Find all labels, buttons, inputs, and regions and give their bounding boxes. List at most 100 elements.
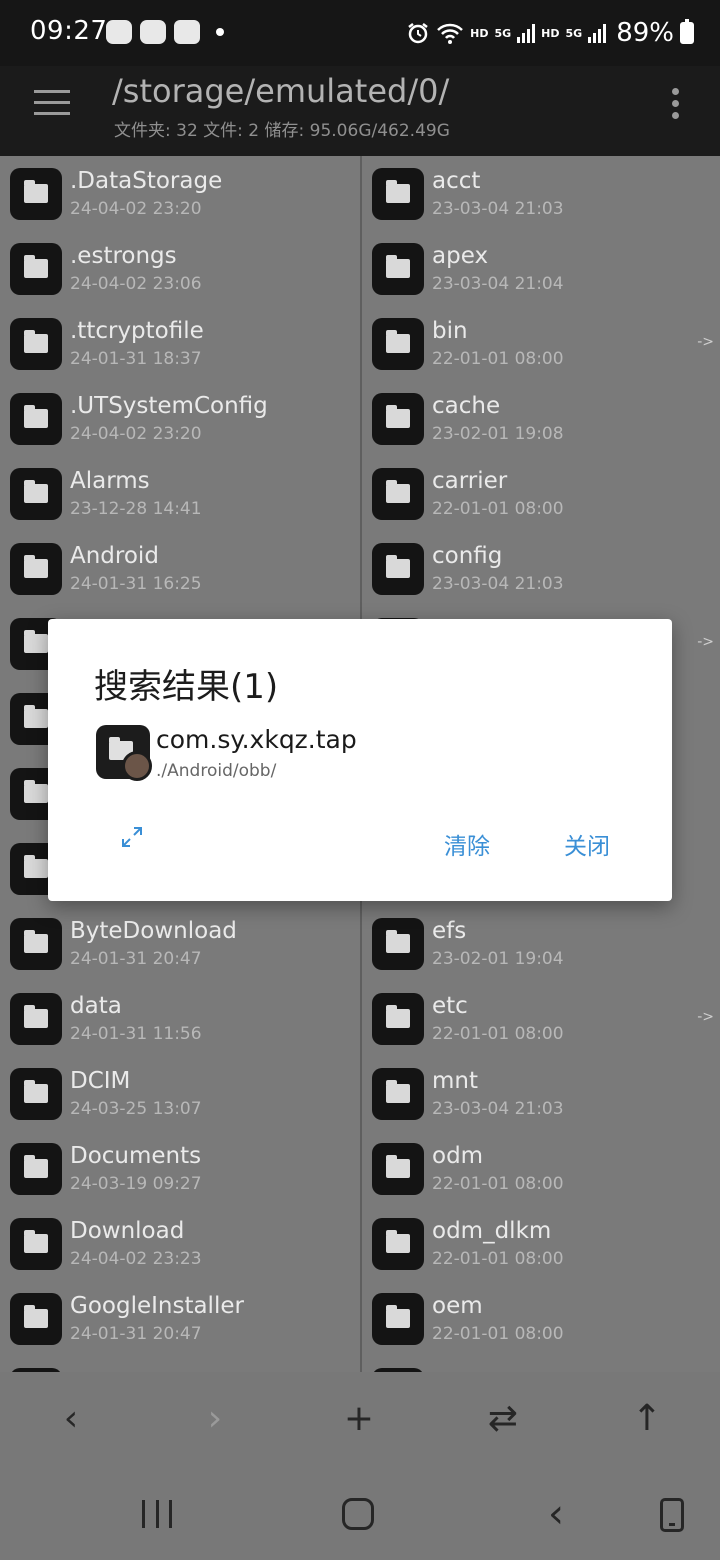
swap-panes-button[interactable]: ⇄ (478, 1394, 528, 1444)
more-options-icon[interactable] (672, 88, 680, 120)
file-date: 24-01-31 11:56 (70, 1024, 202, 1044)
file-name: apex (432, 243, 489, 269)
home-icon[interactable] (342, 1498, 374, 1530)
back-button[interactable]: ‹ (46, 1394, 96, 1444)
file-name: etc (432, 993, 468, 1019)
folder-icon (372, 393, 424, 445)
list-item[interactable]: odm 22-01-01 08:00 (362, 1131, 720, 1206)
app-notification-icon (174, 20, 200, 44)
file-date: 24-03-25 13:07 (70, 1099, 202, 1119)
list-item[interactable]: Android 24-01-31 16:25 (0, 531, 360, 606)
forward-button[interactable]: › (190, 1394, 240, 1444)
folder-icon (10, 393, 62, 445)
menu-icon[interactable] (34, 90, 70, 116)
file-date: 23-03-04 21:03 (432, 199, 564, 219)
list-item[interactable]: .DataStorage 24-04-02 23:20 (0, 156, 360, 231)
file-name: carrier (432, 468, 508, 494)
list-item[interactable]: acct 23-03-04 21:03 (362, 156, 720, 231)
list-item[interactable]: bin 22-01-01 08:00 -> (362, 306, 720, 381)
status-indicators: HD 5G HD 5G 89% (406, 18, 694, 48)
list-item[interactable]: .estrongs 24-04-02 23:06 (0, 231, 360, 306)
symlink-indicator: -> (697, 634, 714, 650)
file-name: bin (432, 318, 468, 344)
file-date: 24-01-31 16:25 (70, 574, 202, 594)
file-date: 24-04-02 23:20 (70, 199, 202, 219)
folder-icon (372, 318, 424, 370)
file-name: Documents (70, 1143, 202, 1169)
parent-directory-button[interactable]: ↑ (622, 1394, 672, 1444)
file-name: mnt (432, 1068, 478, 1094)
list-item[interactable]: GoogleInstaller 24-01-31 20:47 (0, 1281, 360, 1356)
list-item[interactable]: etc 22-01-01 08:00 -> (362, 981, 720, 1056)
folder-icon (372, 543, 424, 595)
list-item[interactable]: config 23-03-04 21:03 (362, 531, 720, 606)
file-date: 24-03-19 09:27 (70, 1174, 202, 1194)
add-button[interactable]: + (334, 1394, 384, 1444)
search-results-dialog: 搜索结果(1) com.sy.xkqz.tap ./Android/obb/ 清… (48, 619, 672, 901)
keyboard-toggle-icon[interactable] (660, 1498, 684, 1532)
list-item[interactable] (362, 1356, 720, 1372)
list-item[interactable]: ByteDownload 24-01-31 20:47 (0, 906, 360, 981)
list-item[interactable] (0, 1356, 360, 1372)
result-name[interactable]: com.sy.xkqz.tap (156, 725, 357, 754)
file-name: data (70, 993, 122, 1019)
file-name: Download (70, 1218, 185, 1244)
dot-icon (216, 28, 224, 36)
list-item[interactable]: carrier 22-01-01 08:00 (362, 456, 720, 531)
list-item[interactable]: .UTSystemConfig 24-04-02 23:20 (0, 381, 360, 456)
file-name: odm_dlkm (432, 1218, 552, 1244)
close-button[interactable]: 关闭 (564, 827, 610, 861)
list-item[interactable]: apex 23-03-04 21:04 (362, 231, 720, 306)
battery-icon (680, 19, 694, 44)
list-item[interactable]: cache 23-02-01 19:08 (362, 381, 720, 456)
folder-icon (372, 1293, 424, 1345)
bottom-toolbar: ‹ › + ⇄ ↑ (0, 1372, 720, 1468)
folder-icon (10, 318, 62, 370)
folder-icon (372, 1143, 424, 1195)
file-date: 22-01-01 08:00 (432, 349, 564, 369)
nav-back-icon[interactable]: ‹ (548, 1494, 564, 1534)
list-item[interactable]: Documents 24-03-19 09:27 (0, 1131, 360, 1206)
file-date: 23-02-01 19:08 (432, 424, 564, 444)
file-name: efs (432, 918, 467, 944)
file-name: cache (432, 393, 501, 419)
file-name: ByteDownload (70, 918, 237, 944)
file-name: Alarms (70, 468, 150, 494)
list-item[interactable]: oem 22-01-01 08:00 (362, 1281, 720, 1356)
folder-icon (372, 243, 424, 295)
notification-icons (106, 20, 224, 44)
network-label: HD (470, 26, 489, 40)
recents-icon[interactable] (142, 1500, 172, 1528)
file-date: 22-01-01 08:00 (432, 1324, 564, 1344)
folder-icon (10, 1068, 62, 1120)
file-date: 23-03-04 21:04 (432, 274, 564, 294)
folder-icon (10, 1143, 62, 1195)
list-item[interactable]: Alarms 23-12-28 14:41 (0, 456, 360, 531)
current-path: /storage/emulated/0/ (112, 72, 450, 110)
file-date: 24-04-02 23:23 (70, 1249, 202, 1269)
folder-icon (372, 993, 424, 1045)
file-name: config (432, 543, 503, 569)
folder-icon (10, 1218, 62, 1270)
folder-icon (10, 543, 62, 595)
status-bar: 09:27 HD 5G HD 5G 89% (0, 0, 720, 66)
file-name: .ttcryptofile (70, 318, 204, 344)
clear-button[interactable]: 清除 (444, 827, 490, 861)
list-item[interactable]: data 24-01-31 11:56 (0, 981, 360, 1056)
list-item[interactable]: efs 23-02-01 19:04 (362, 906, 720, 981)
list-item[interactable]: mnt 23-03-04 21:03 (362, 1056, 720, 1131)
file-name: .UTSystemConfig (70, 393, 268, 419)
wechat-icon (140, 20, 166, 44)
result-path: ./Android/obb/ (156, 761, 277, 781)
file-name: .estrongs (70, 243, 177, 269)
list-item[interactable]: .ttcryptofile 24-01-31 18:37 (0, 306, 360, 381)
signal-icon (588, 23, 607, 43)
expand-icon[interactable] (120, 825, 144, 849)
list-item[interactable]: DCIM 24-03-25 13:07 (0, 1056, 360, 1131)
file-date: 24-01-31 18:37 (70, 349, 202, 369)
file-date: 23-03-04 21:03 (432, 574, 564, 594)
list-item[interactable]: Download 24-04-02 23:23 (0, 1206, 360, 1281)
dialog-title: 搜索结果(1) (94, 667, 279, 707)
list-item[interactable]: odm_dlkm 22-01-01 08:00 (362, 1206, 720, 1281)
file-name: oem (432, 1293, 483, 1319)
